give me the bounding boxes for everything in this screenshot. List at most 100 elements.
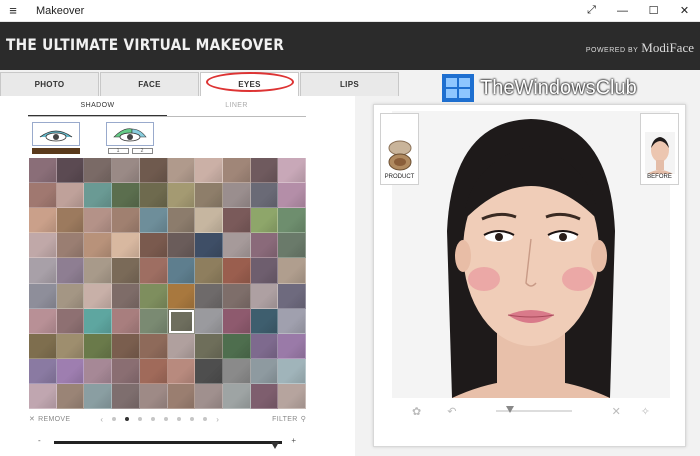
eyeshadow-swatch[interactable] [222, 308, 251, 334]
undo-icon[interactable]: ↶ [447, 405, 456, 418]
eyeshadow-swatch[interactable] [250, 333, 279, 359]
pattern-single[interactable] [32, 122, 80, 154]
eyeshadow-swatch[interactable] [278, 333, 306, 359]
eyeshadow-swatch[interactable] [139, 158, 168, 184]
settings-icon[interactable]: ✿ [412, 405, 421, 418]
eyeshadow-swatch[interactable] [112, 158, 140, 184]
pattern-double[interactable]: 1 2 [106, 122, 154, 154]
eyeshadow-swatch[interactable] [29, 333, 57, 359]
eyeshadow-swatch[interactable] [139, 308, 168, 334]
eyeshadow-swatch[interactable] [112, 308, 140, 334]
eyeshadow-swatch[interactable] [167, 233, 196, 259]
slider-track[interactable] [54, 441, 282, 449]
eyeshadow-swatch[interactable] [139, 183, 168, 209]
before-button[interactable]: BEFORE [640, 113, 679, 185]
eyeshadow-swatch[interactable] [112, 258, 140, 284]
eyeshadow-swatch[interactable] [56, 308, 85, 334]
eyeshadow-swatch[interactable] [29, 233, 57, 259]
hamburger-menu-icon[interactable]: ≡ [0, 0, 26, 22]
eyeshadow-swatch[interactable] [278, 383, 306, 409]
eyeshadow-swatch[interactable] [195, 383, 223, 409]
eyeshadow-swatch[interactable] [195, 258, 223, 284]
eyeshadow-swatch[interactable] [195, 308, 223, 334]
expand-icon[interactable]: ⤢ [576, 0, 607, 22]
subtab-shadow[interactable]: SHADOW [28, 100, 167, 116]
close-icon[interactable]: ✕ [612, 405, 621, 418]
pagination-dot[interactable] [164, 417, 169, 421]
eyeshadow-swatch[interactable] [167, 383, 196, 409]
eyeshadow-swatch[interactable] [112, 183, 140, 209]
eyeshadow-swatch[interactable] [167, 208, 196, 234]
eyeshadow-swatch[interactable] [278, 208, 306, 234]
eyeshadow-swatch[interactable] [222, 358, 251, 384]
pagination-dot[interactable] [138, 417, 143, 421]
eyeshadow-swatch[interactable] [139, 358, 168, 384]
eyeshadow-swatch[interactable] [56, 333, 85, 359]
eyeshadow-swatch[interactable] [56, 158, 85, 184]
eyeshadow-swatch[interactable] [84, 158, 113, 184]
eyeshadow-swatch[interactable] [167, 283, 196, 309]
maximize-icon[interactable]: ☐ [638, 0, 669, 22]
eyeshadow-swatch[interactable] [278, 183, 306, 209]
eyeshadow-swatch[interactable] [56, 383, 85, 409]
eyeshadow-swatch[interactable] [84, 308, 113, 334]
eyeshadow-swatch[interactable] [250, 358, 279, 384]
eyeshadow-swatch[interactable] [195, 358, 223, 384]
eyeshadow-swatch[interactable] [278, 158, 306, 184]
eyeshadow-swatch[interactable] [84, 283, 113, 309]
eyeshadow-swatch[interactable] [29, 208, 57, 234]
eyeshadow-swatch[interactable] [278, 308, 306, 334]
eyeshadow-swatch[interactable] [167, 308, 196, 334]
eyeshadow-swatch[interactable] [195, 208, 223, 234]
intensity-slider[interactable]: - + [38, 436, 296, 449]
eyeshadow-swatch[interactable] [195, 158, 223, 184]
eyeshadow-swatch[interactable] [139, 333, 168, 359]
decrease-icon[interactable]: - [38, 436, 41, 445]
eyeshadow-swatch[interactable] [29, 358, 57, 384]
previous-page-icon[interactable]: ‹ [100, 415, 103, 424]
eyeshadow-swatch[interactable] [167, 333, 196, 359]
close-icon[interactable]: ✕ [669, 0, 700, 22]
slider-thumb[interactable] [271, 442, 280, 449]
eyeshadow-swatch[interactable] [112, 333, 140, 359]
eyeshadow-swatch[interactable] [29, 158, 57, 184]
eyeshadow-swatch[interactable] [195, 283, 223, 309]
eyeshadow-swatch[interactable] [84, 208, 113, 234]
eyeshadow-swatch[interactable] [250, 258, 279, 284]
eyeshadow-swatch[interactable] [29, 183, 57, 209]
eyeshadow-swatch[interactable] [250, 233, 279, 259]
minimize-icon[interactable]: — [607, 0, 638, 22]
eyeshadow-swatch[interactable] [84, 183, 113, 209]
eyeshadow-swatch[interactable] [139, 383, 168, 409]
eyeshadow-swatch[interactable] [250, 183, 279, 209]
eyeshadow-swatch[interactable] [222, 283, 251, 309]
eyeshadow-swatch[interactable] [250, 208, 279, 234]
eyeshadow-swatch[interactable] [195, 233, 223, 259]
eyeshadow-swatch[interactable] [167, 158, 196, 184]
eyeshadow-swatch[interactable] [84, 358, 113, 384]
eyeshadow-swatch[interactable] [167, 258, 196, 284]
eyeshadow-swatch[interactable] [56, 233, 85, 259]
eyeshadow-swatch[interactable] [84, 258, 113, 284]
eyeshadow-swatch[interactable] [56, 283, 85, 309]
pagination-dot[interactable] [125, 417, 130, 421]
tab-face[interactable]: FACE [100, 72, 199, 96]
eyeshadow-swatch[interactable] [139, 283, 168, 309]
eyeshadow-swatch[interactable] [56, 258, 85, 284]
compare-icon[interactable]: ✧ [641, 405, 650, 418]
eyeshadow-swatch[interactable] [56, 183, 85, 209]
eyeshadow-swatch[interactable] [195, 183, 223, 209]
eyeshadow-swatch[interactable] [222, 233, 251, 259]
filter-button[interactable]: FILTER ⚲ [272, 415, 306, 424]
increase-icon[interactable]: + [291, 436, 296, 445]
eyeshadow-swatch[interactable] [56, 358, 85, 384]
tab-photo[interactable]: PHOTO [0, 72, 99, 96]
eyeshadow-swatch[interactable] [84, 383, 113, 409]
eyeshadow-swatch[interactable] [112, 208, 140, 234]
eyeshadow-swatch[interactable] [167, 183, 196, 209]
pagination-dot[interactable] [177, 417, 182, 421]
remove-button[interactable]: ✕ REMOVE [29, 415, 70, 424]
eyeshadow-swatch[interactable] [222, 183, 251, 209]
pagination-dot[interactable] [112, 417, 117, 421]
eyeshadow-swatch[interactable] [29, 258, 57, 284]
